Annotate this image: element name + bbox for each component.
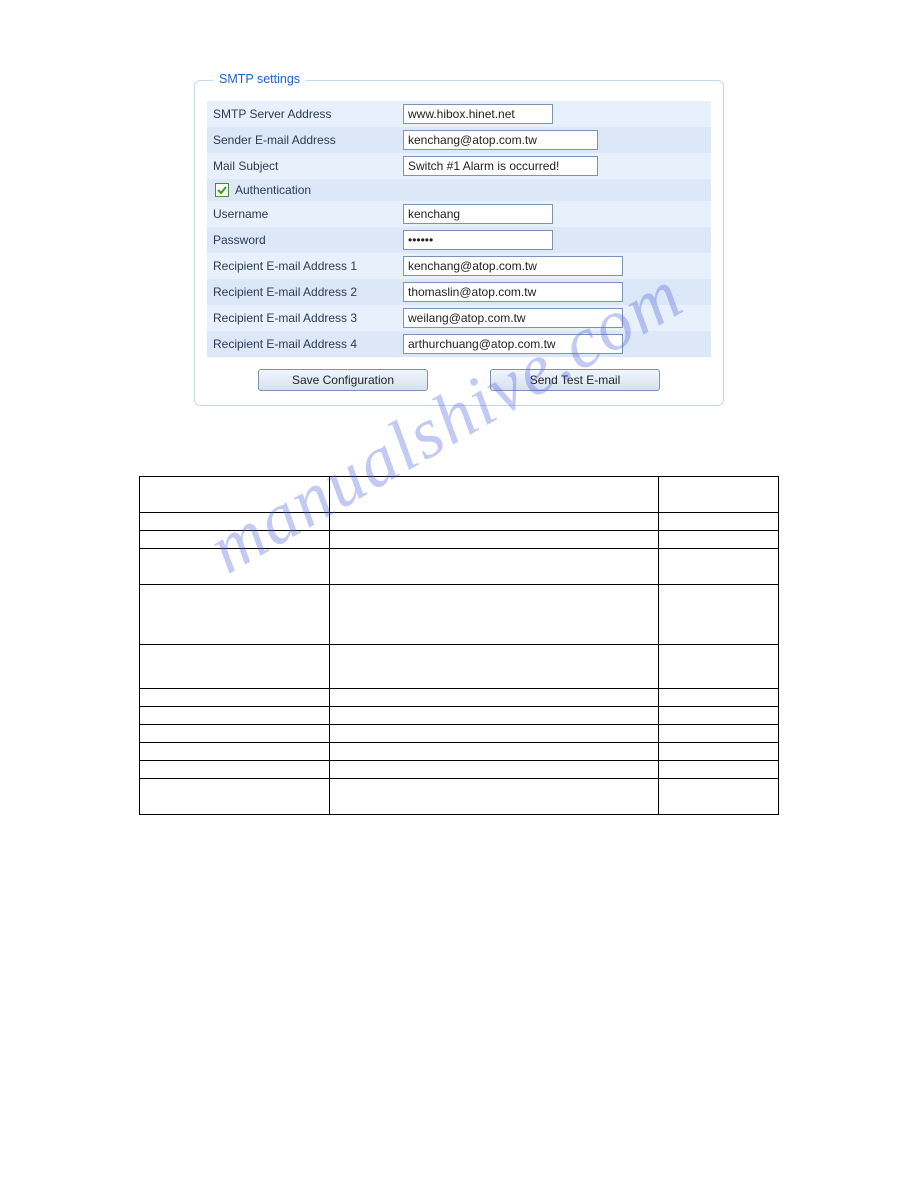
button-row: Save Configuration Send Test E-mail [207, 369, 711, 391]
smtp-settings-fieldset: SMTP settings SMTP Server Address Sender… [194, 80, 724, 406]
cell-subject-input [397, 153, 711, 179]
label-sender: Sender E-mail Address [207, 127, 397, 153]
cell-recip1-input [397, 253, 711, 279]
row-recip2: Recipient E-mail Address 2 [207, 279, 711, 305]
table-row [140, 513, 779, 531]
row-sender: Sender E-mail Address [207, 127, 711, 153]
description-table [139, 476, 779, 815]
label-recip2: Recipient E-mail Address 2 [207, 279, 397, 305]
table-row [140, 779, 779, 815]
row-username: Username [207, 201, 711, 227]
mail-subject-input[interactable] [403, 156, 598, 176]
recipient2-input[interactable] [403, 282, 623, 302]
label-server: SMTP Server Address [207, 101, 397, 127]
cell-server-input [397, 101, 711, 127]
cell-username-input [397, 201, 711, 227]
send-test-email-button[interactable]: Send Test E-mail [490, 369, 660, 391]
smtp-server-input[interactable] [403, 104, 553, 124]
table-row [140, 585, 779, 645]
table-row [140, 725, 779, 743]
recipient4-input[interactable] [403, 334, 623, 354]
cell-sender-input [397, 127, 711, 153]
label-recip3: Recipient E-mail Address 3 [207, 305, 397, 331]
recipient3-input[interactable] [403, 308, 623, 328]
smtp-legend: SMTP settings [213, 72, 306, 86]
row-recip4: Recipient E-mail Address 4 [207, 331, 711, 357]
cell-recip3-input [397, 305, 711, 331]
label-password: Password [207, 227, 397, 253]
row-recip3: Recipient E-mail Address 3 [207, 305, 711, 331]
auth-checkbox-wrap[interactable]: Authentication [215, 183, 311, 197]
table-row [140, 645, 779, 689]
cell-auth: Authentication [207, 179, 711, 201]
label-subject: Mail Subject [207, 153, 397, 179]
smtp-form-table: SMTP Server Address Sender E-mail Addres… [207, 101, 711, 357]
recipient1-input[interactable] [403, 256, 623, 276]
sender-email-input[interactable] [403, 130, 598, 150]
username-input[interactable] [403, 204, 553, 224]
row-subject: Mail Subject [207, 153, 711, 179]
label-recip1: Recipient E-mail Address 1 [207, 253, 397, 279]
row-auth: Authentication [207, 179, 711, 201]
table-row [140, 761, 779, 779]
password-input[interactable] [403, 230, 553, 250]
table-row [140, 743, 779, 761]
auth-label: Authentication [235, 183, 311, 197]
cell-recip2-input [397, 279, 711, 305]
label-username: Username [207, 201, 397, 227]
save-configuration-button[interactable]: Save Configuration [258, 369, 428, 391]
row-recip1: Recipient E-mail Address 1 [207, 253, 711, 279]
checkbox-checked-icon [215, 183, 229, 197]
cell-recip4-input [397, 331, 711, 357]
table-row [140, 707, 779, 725]
label-recip4: Recipient E-mail Address 4 [207, 331, 397, 357]
row-server: SMTP Server Address [207, 101, 711, 127]
table-row [140, 531, 779, 549]
table-row [140, 549, 779, 585]
table-row [140, 689, 779, 707]
row-password: Password [207, 227, 711, 253]
cell-password-input [397, 227, 711, 253]
table-row [140, 477, 779, 513]
